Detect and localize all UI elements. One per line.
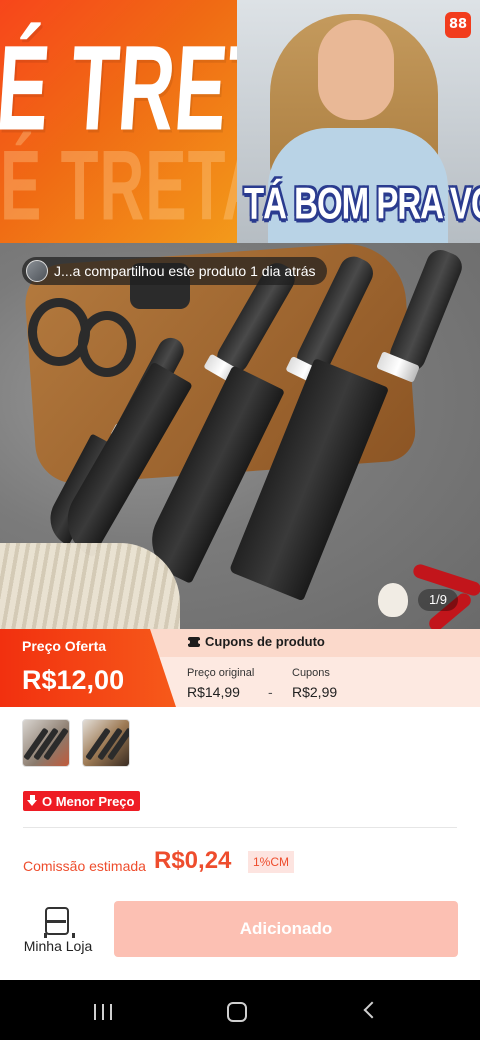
my-store-label: Minha Loja: [23, 938, 93, 954]
system-nav-bar: [0, 980, 480, 1040]
offer-price-value: R$12,00: [22, 665, 125, 695]
banner-left-panel: É TRETA É TRETA!: [0, 0, 237, 243]
added-button[interactable]: Adicionado: [114, 901, 458, 957]
product-thumbnail-1[interactable]: [22, 719, 70, 767]
product-page: É TRETA É TRETA! TÁ BOM PRA VOCÊ? 88: [0, 0, 480, 1040]
down-arrow-icon: [27, 795, 38, 807]
original-price-value: R$14,99: [187, 684, 240, 700]
minus-separator: -: [268, 684, 273, 700]
commission-rate-badge: 1%CM: [248, 851, 295, 873]
banner-caption: TÁ BOM PRA VOCÊ?: [244, 178, 480, 228]
my-store-button[interactable]: Minha Loja: [22, 907, 94, 957]
product-image[interactable]: [0, 243, 480, 629]
app-badge-icon[interactable]: 88: [445, 12, 471, 38]
original-price-label: Preço original: [187, 667, 255, 679]
commission-value: R$0,24: [154, 847, 232, 874]
lowest-price-badge: O Menor Preço: [23, 791, 141, 811]
back-icon[interactable]: [363, 1001, 381, 1019]
person-face: [318, 20, 394, 120]
offer-price-label: Preço Oferta: [22, 638, 107, 654]
coupons-value: R$2,99: [292, 684, 338, 700]
scissors-ring-2: [78, 311, 136, 377]
recents-icon[interactable]: [92, 1004, 114, 1020]
image-counter: 1/9: [418, 589, 458, 611]
shared-by-text: J...a compartilhou este produto 1 dia at…: [54, 263, 316, 279]
video-banner[interactable]: É TRETA É TRETA! TÁ BOM PRA VOCÊ? 88: [0, 0, 480, 243]
shared-by-pill: J...a compartilhou este produto 1 dia at…: [22, 257, 328, 285]
divider: [23, 827, 457, 828]
cloth-fringe: [0, 543, 180, 629]
commission-label: Comissão estimada: [23, 858, 146, 874]
garlic: [378, 583, 408, 617]
coupons-label: Cupons: [292, 667, 330, 679]
ticket-icon: [186, 636, 202, 647]
product-thumbnail-2[interactable]: [82, 719, 130, 767]
banner-headline: É TRETA!: [0, 19, 237, 156]
home-icon[interactable]: [227, 1002, 247, 1022]
price-strip: Preço Oferta R$12,00 Cupons de produto P…: [0, 629, 480, 707]
store-icon: [44, 907, 75, 938]
lowest-price-label: O Menor Preço: [42, 793, 135, 809]
avatar: [26, 260, 48, 282]
coupons-title-label: Cupons de produto: [205, 634, 325, 649]
coupons-title: Cupons de produto: [186, 634, 325, 649]
